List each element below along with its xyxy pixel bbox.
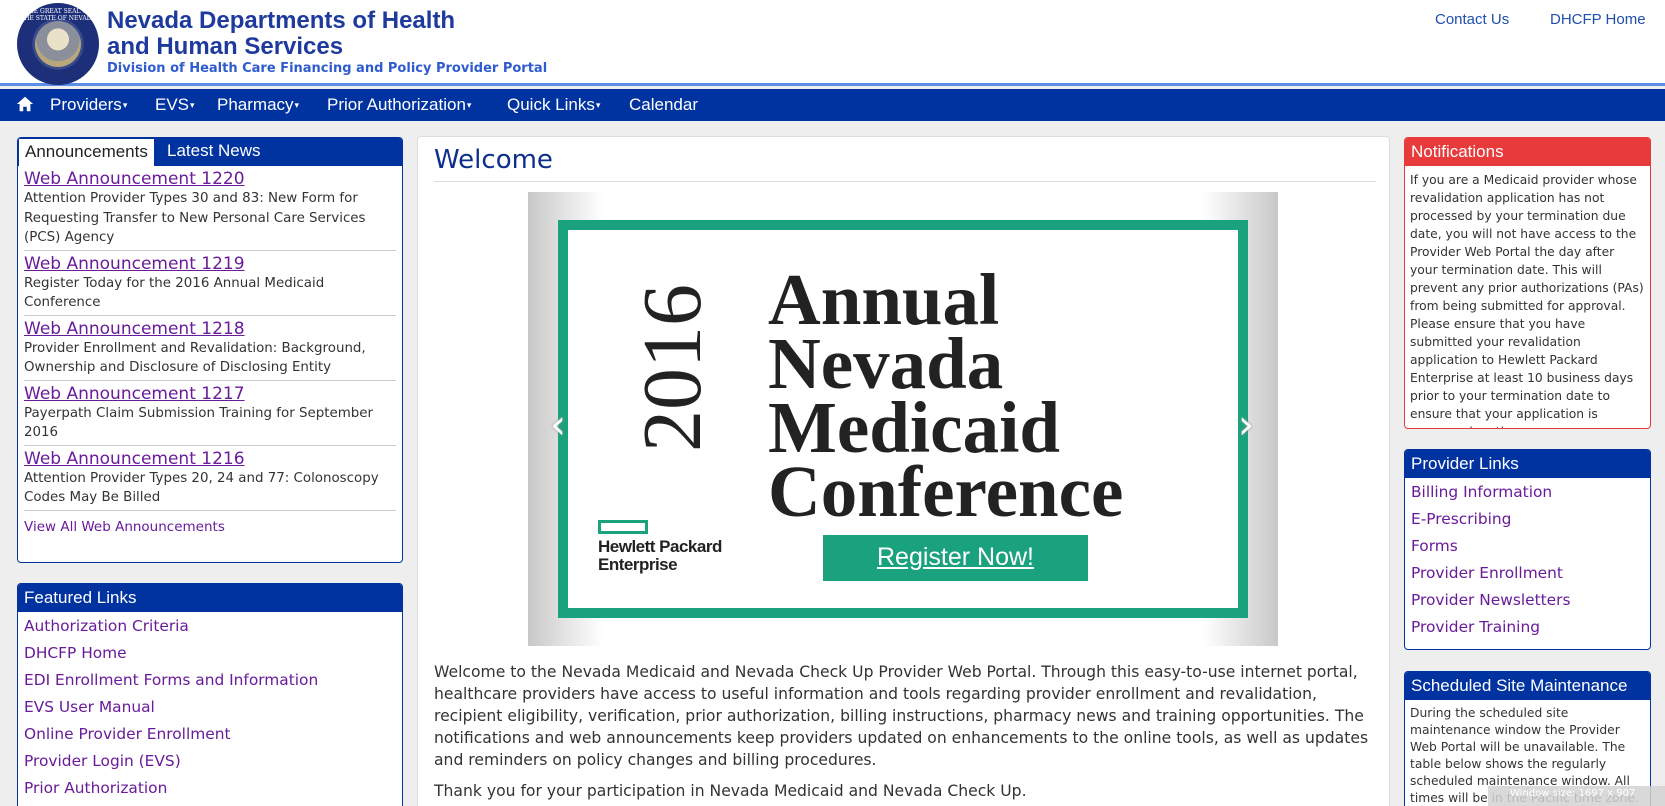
announcement-description: Register Today for the 2016 Annual Medic…: [24, 275, 325, 311]
main-navigation: Providers▾ EVS▾ Pharmacy▾ Prior Authoriz…: [0, 89, 1665, 121]
banner-year: 2016: [626, 284, 719, 452]
announcements-panel: Announcements Latest News Web Announceme…: [17, 137, 403, 563]
nav-label: Quick Links: [507, 95, 595, 114]
nav-label: EVS: [155, 95, 190, 114]
announcement-link[interactable]: Web Announcement 1217: [24, 384, 396, 404]
announcement-description: Payerpath Claim Submission Training for …: [24, 405, 373, 441]
contact-us-link[interactable]: Contact Us: [1435, 11, 1509, 28]
site-title[interactable]: Nevada Departments of Health and Human S…: [107, 8, 467, 60]
provider-link-forms[interactable]: Forms: [1411, 533, 1644, 560]
featured-link-prior-authorization[interactable]: Prior Authorization: [24, 775, 396, 802]
provider-link-provider-newsletters[interactable]: Provider Newsletters: [1411, 587, 1644, 614]
nav-label: Providers: [50, 95, 122, 114]
main-content: Welcome 2016 Annual Nevada Medicaid Conf…: [417, 136, 1390, 806]
provider-link-e-prescribing[interactable]: E-Prescribing: [1411, 506, 1644, 533]
nav-evs[interactable]: EVS▾: [155, 95, 195, 115]
nav-label: Pharmacy: [217, 95, 294, 114]
conference-banner[interactable]: 2016 Annual Nevada Medicaid Conference H…: [558, 220, 1248, 618]
nav-prior-authorization[interactable]: Prior Authorization▾: [327, 95, 471, 115]
nav-calendar[interactable]: Calendar: [629, 95, 698, 115]
window-size-overlay: Window size: 1697 x 907: [1488, 786, 1665, 806]
announcement-list: Web Announcement 1220 Attention Provider…: [18, 166, 402, 511]
announcement-link[interactable]: Web Announcement 1218: [24, 319, 396, 339]
announcement-description: Provider Enrollment and Revalidation: Ba…: [24, 340, 366, 376]
notifications-panel: Notifications If you are a Medicaid prov…: [1404, 137, 1651, 429]
featured-links-heading: Featured Links: [18, 584, 402, 612]
thank-you-text: Thank you for your participation in Neva…: [434, 782, 1027, 800]
hpe-logo-text: Hewlett Packard Enterprise: [598, 538, 722, 574]
home-icon[interactable]: [16, 95, 34, 113]
featured-link-online-provider-enrollment[interactable]: Online Provider Enrollment: [24, 721, 396, 748]
seal-center: [35, 21, 81, 67]
featured-links-list: Authorization Criteria DHCFP Home EDI En…: [18, 612, 402, 803]
notifications-text: If you are a Medicaid provider whose rev…: [1410, 173, 1644, 428]
provider-links-heading: Provider Links: [1405, 450, 1650, 478]
maintenance-heading: Scheduled Site Maintenance: [1405, 672, 1650, 700]
chevron-left-icon[interactable]: ‹: [550, 402, 566, 448]
site-header: THE GREAT SEAL OF THE STATE OF NEVADA Ne…: [0, 0, 1665, 86]
provider-link-billing-information[interactable]: Billing Information: [1411, 479, 1644, 506]
register-now-button[interactable]: Register Now!: [823, 535, 1088, 581]
notifications-heading: Notifications: [1405, 138, 1650, 166]
announcement-link[interactable]: Web Announcement 1220: [24, 169, 396, 189]
list-item: Web Announcement 1216 Attention Provider…: [24, 446, 396, 511]
tab-announcements[interactable]: Announcements: [18, 138, 155, 166]
hpe-logo-line: Enterprise: [598, 555, 678, 574]
provider-links-list: Billing Information E-Prescribing Forms …: [1405, 478, 1650, 642]
list-item: Web Announcement 1220 Attention Provider…: [24, 166, 396, 251]
featured-link-dhcfp-home[interactable]: DHCFP Home: [24, 640, 396, 667]
nav-pharmacy[interactable]: Pharmacy▾: [217, 95, 299, 115]
featured-link-evs-user-manual[interactable]: EVS User Manual: [24, 694, 396, 721]
hpe-logo-mark: [598, 520, 648, 534]
title-divider: [434, 181, 1376, 182]
banner-title: Annual Nevada Medicaid Conference: [768, 263, 1124, 532]
welcome-intro-text: Welcome to the Nevada Medicaid and Nevad…: [434, 663, 1369, 769]
announcements-tabbar: Announcements Latest News: [18, 138, 402, 166]
featured-links-panel: Featured Links Authorization Criteria DH…: [17, 583, 403, 806]
nevada-seal-logo[interactable]: THE GREAT SEAL OF THE STATE OF NEVADA: [17, 3, 99, 85]
banner-line: Conference: [768, 451, 1124, 532]
featured-link-edi-enrollment[interactable]: EDI Enrollment Forms and Information: [24, 667, 396, 694]
announcement-description: Attention Provider Types 30 and 83: New …: [24, 191, 366, 245]
list-item: Web Announcement 1219 Register Today for…: [24, 251, 396, 316]
page-title: Welcome: [434, 145, 553, 175]
provider-links-panel: Provider Links Billing Information E-Pre…: [1404, 449, 1651, 650]
announcement-description: Attention Provider Types 20, 24 and 77: …: [24, 470, 379, 506]
nav-quick-links[interactable]: Quick Links▾: [507, 95, 600, 115]
nav-providers[interactable]: Providers▾: [50, 95, 127, 115]
list-item: Web Announcement 1218 Provider Enrollmen…: [24, 316, 396, 381]
seal-text: THE GREAT SEAL OF THE STATE OF NEVADA: [20, 8, 96, 22]
caret-down-icon: ▾: [122, 100, 128, 111]
hpe-logo-line: Hewlett Packard: [598, 537, 722, 556]
caret-down-icon: ▾: [294, 100, 300, 111]
announcement-link[interactable]: Web Announcement 1216: [24, 449, 396, 469]
caret-down-icon: ▾: [595, 100, 601, 111]
tab-latest-news[interactable]: Latest News: [161, 138, 267, 166]
nav-label: Calendar: [629, 95, 698, 114]
site-subtitle: Division of Health Care Financing and Po…: [107, 61, 548, 76]
featured-link-provider-login[interactable]: Provider Login (EVS): [24, 748, 396, 775]
list-item: Web Announcement 1217 Payerpath Claim Su…: [24, 381, 396, 446]
provider-link-provider-enrollment[interactable]: Provider Enrollment: [1411, 560, 1644, 587]
caret-down-icon: ▾: [466, 100, 472, 111]
caret-down-icon: ▾: [190, 100, 195, 111]
chevron-right-icon[interactable]: ›: [1238, 402, 1254, 448]
nav-label: Prior Authorization: [327, 95, 466, 114]
view-all-announcements-link[interactable]: View All Web Announcements: [18, 511, 402, 535]
provider-link-provider-training[interactable]: Provider Training: [1411, 614, 1644, 641]
announcement-link[interactable]: Web Announcement 1219: [24, 254, 396, 274]
featured-link-authorization-criteria[interactable]: Authorization Criteria: [24, 613, 396, 640]
dhcfp-home-link[interactable]: DHCFP Home: [1550, 11, 1646, 28]
banner-carousel[interactable]: 2016 Annual Nevada Medicaid Conference H…: [528, 192, 1278, 646]
